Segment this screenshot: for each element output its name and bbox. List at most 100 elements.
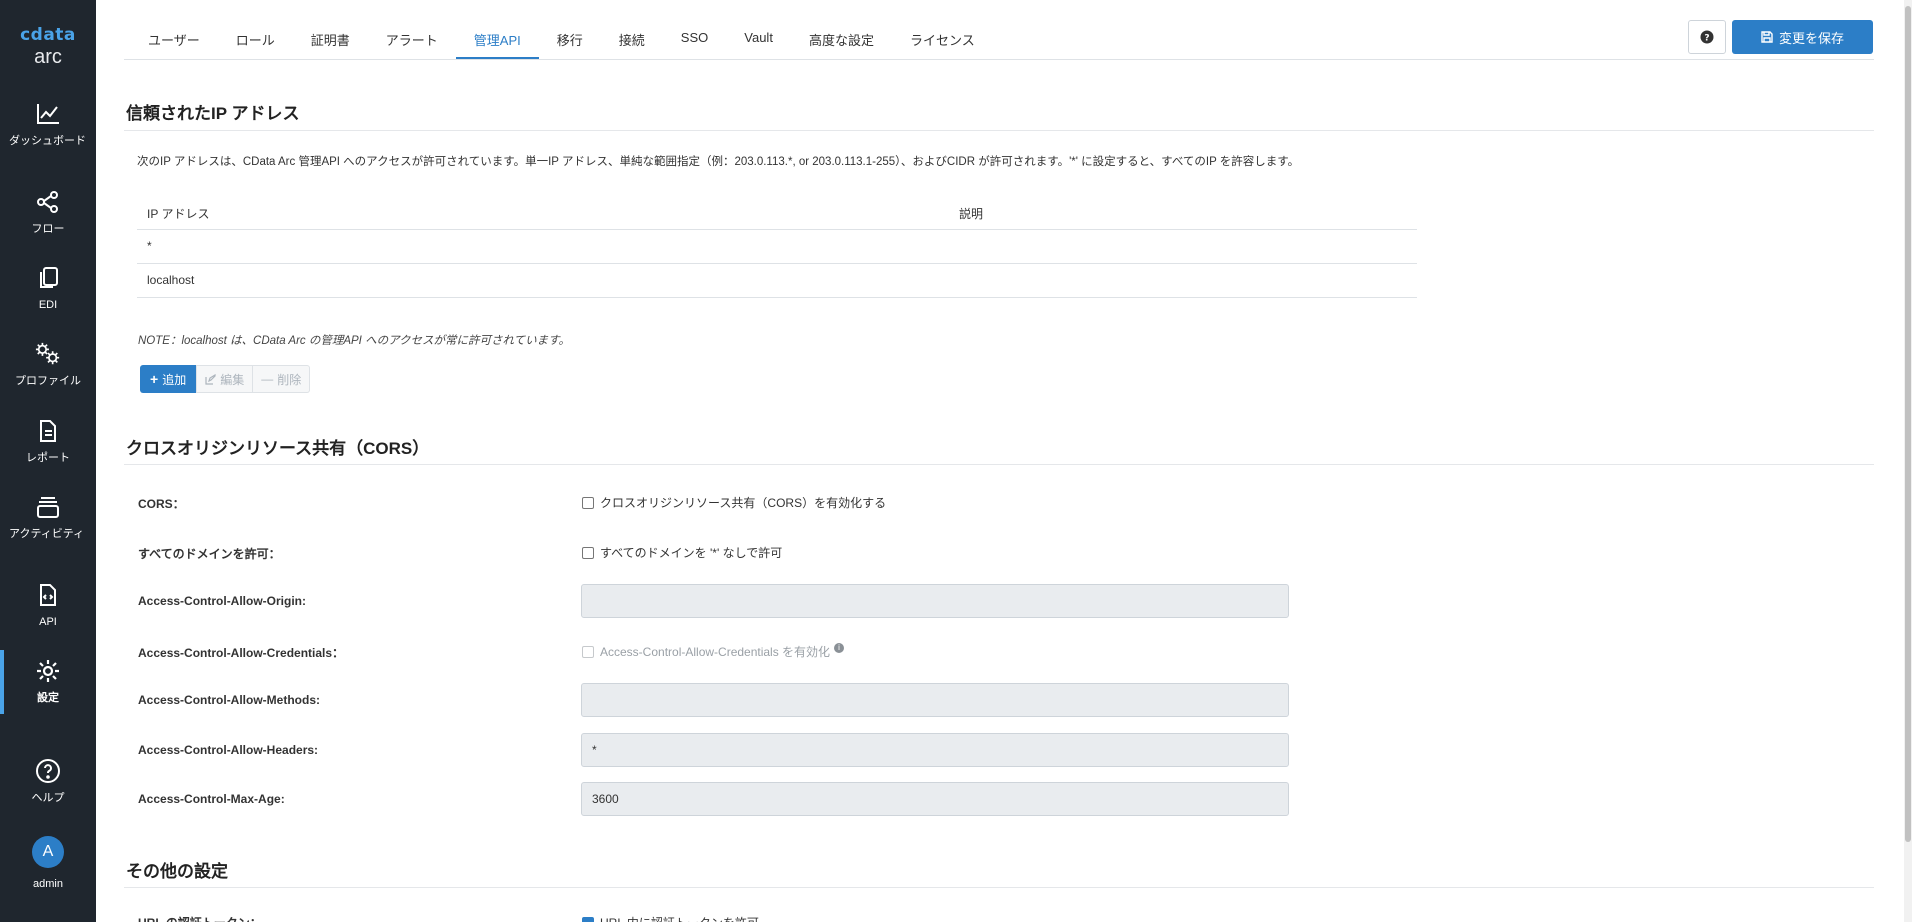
sidebar-item-label: プロファイル (15, 375, 81, 387)
checkbox-box[interactable] (582, 496, 594, 509)
checkbox-box[interactable] (582, 645, 594, 658)
ip-cell: localhost (137, 263, 949, 298)
minus-icon: — (261, 372, 274, 386)
sidebar-item-label: ヘルプ (31, 792, 65, 804)
section-divider (124, 130, 1874, 131)
sidebar-item-profile[interactable]: プロファイル (0, 341, 96, 388)
allow-origin-input[interactable] (581, 584, 1289, 618)
delete-ip-button[interactable]: — 削除 (253, 365, 311, 393)
other-settings-title: その他の設定 (126, 862, 228, 881)
allow-headers-label: Access-Control-Allow-Headers: (138, 743, 319, 757)
section-divider (124, 464, 1874, 465)
flow-icon (35, 189, 61, 215)
allow-methods-input[interactable] (581, 683, 1289, 717)
svg-text:?: ? (1704, 34, 1709, 44)
checkbox-label: URL 内に認証トークンを許可 (600, 914, 759, 922)
sidebar: cdata arc ダッシュボード フロー EDI プロファイル レポート アク… (0, 0, 96, 922)
description-cell (949, 229, 1417, 264)
tab-migration[interactable]: 移行 (539, 22, 601, 60)
gear-icon (35, 658, 61, 684)
floppy-disk-icon (1761, 31, 1773, 43)
brand-logo[interactable]: cdata arc (0, 0, 96, 88)
tabs-divider (124, 59, 1874, 60)
help-button[interactable]: ? (1688, 20, 1726, 54)
user-name: admin (33, 878, 63, 890)
table-row[interactable]: localhost (137, 263, 1417, 298)
settings-tabs: ユーザー ロール 証明書 アラート 管理API 移行 接続 SSO Vault … (130, 22, 993, 60)
delete-label: 削除 (277, 372, 302, 387)
add-ip-button[interactable]: + 追加 (140, 365, 197, 393)
tab-vault[interactable]: Vault (726, 22, 791, 60)
avatar: A (32, 836, 64, 868)
cors-enable-checkbox[interactable]: クロスオリジンリソース共有（CORS）を有効化する (582, 494, 886, 511)
table-header-row: IP アドレス 説明 (137, 199, 1417, 230)
sidebar-item-edi[interactable]: EDI (0, 265, 96, 312)
save-button[interactable]: 変更を保存 (1732, 20, 1873, 54)
sidebar-item-label: EDI (38, 299, 58, 311)
documents-icon (35, 265, 61, 291)
app-name: arc (34, 46, 62, 68)
edit-label: 編集 (220, 372, 245, 387)
cdata-logo: cdata (20, 25, 76, 45)
allow-credentials-label: Access-Control-Allow-Credentials： (138, 646, 345, 660)
checkbox-box[interactable] (582, 546, 594, 559)
plus-icon: + (150, 371, 159, 387)
allow-headers-input[interactable]: * (581, 733, 1289, 767)
localhost-note: NOTE：localhost は、CData Arc の管理API へのアクセス… (138, 335, 570, 347)
section-divider (124, 887, 1874, 888)
tab-admin-api[interactable]: 管理API (455, 22, 539, 60)
checkbox-label: Access-Control-Allow-Credentials を有効化 (600, 645, 831, 659)
info-icon[interactable]: i (834, 642, 845, 653)
sidebar-item-label: アクティビティ (9, 528, 85, 540)
all-domains-checkbox[interactable]: すべてのドメインを '*' なしで許可 (582, 544, 782, 561)
activity-icon (35, 494, 61, 520)
gears-icon (35, 341, 61, 367)
trusted-ip-title: 信頼されたIP アドレス (126, 104, 300, 123)
api-icon (35, 582, 61, 608)
save-label: 変更を保存 (1778, 30, 1844, 46)
tab-users[interactable]: ユーザー (130, 22, 218, 60)
help-icon (35, 758, 61, 784)
page-scrollbar[interactable] (1904, 0, 1912, 922)
edit-icon (205, 373, 216, 385)
tab-roles[interactable]: ロール (218, 22, 293, 60)
tab-advanced[interactable]: 高度な設定 (791, 22, 892, 60)
edit-ip-button[interactable]: 編集 (196, 365, 254, 393)
tab-alerts[interactable]: アラート (368, 22, 456, 60)
sidebar-item-report[interactable]: レポート (0, 418, 96, 465)
tab-sso[interactable]: SSO (663, 22, 726, 60)
max-age-input[interactable]: 3600 (581, 782, 1289, 816)
checkbox-label: クロスオリジンリソース共有（CORS）を有効化する (600, 496, 887, 510)
sidebar-item-label: API (39, 616, 57, 628)
sidebar-item-activity[interactable]: アクティビティ (0, 494, 96, 541)
ip-action-buttons: + 追加 編集 — 削除 (140, 365, 311, 393)
tab-connections[interactable]: 接続 (601, 22, 663, 60)
tab-certificates[interactable]: 証明書 (293, 22, 368, 60)
sidebar-item-dashboard[interactable]: ダッシュボード (0, 101, 96, 148)
question-circle-icon: ? (1700, 30, 1714, 44)
add-label: 追加 (162, 372, 187, 387)
allow-methods-label: Access-Control-Allow-Methods: (138, 693, 321, 707)
table-row[interactable]: * (137, 229, 1417, 264)
checkbox-label: すべてのドメインを '*' なしで許可 (600, 546, 783, 560)
max-age-label: Access-Control-Max-Age: (138, 792, 285, 806)
column-header-description: 説明 (949, 199, 1417, 230)
sidebar-item-settings[interactable]: 設定 (0, 658, 96, 705)
trusted-ip-table: IP アドレス 説明 * localhost (137, 199, 1417, 298)
url-token-label: URL の認証トークン： (138, 914, 262, 922)
checkbox-box[interactable] (582, 916, 594, 922)
cors-title: クロスオリジンリソース共有（CORS） (126, 439, 430, 458)
description-cell (949, 263, 1417, 298)
allow-credentials-checkbox[interactable]: Access-Control-Allow-Credentials を有効化 i (582, 642, 845, 660)
url-token-checkbox[interactable]: URL 内に認証トークンを許可 (582, 914, 759, 922)
sidebar-item-label: 設定 (37, 692, 59, 704)
sidebar-item-api[interactable]: API (0, 582, 96, 629)
sidebar-item-flow[interactable]: フロー (0, 189, 96, 236)
scrollbar-thumb[interactable] (1905, 6, 1911, 842)
user-menu[interactable]: A admin (0, 836, 96, 891)
tab-license[interactable]: ライセンス (892, 22, 993, 60)
trusted-ip-description: 次のIP アドレスは、CData Arc 管理API へのアクセスが許可されてい… (137, 156, 1300, 168)
allow-origin-label: Access-Control-Allow-Origin: (138, 594, 307, 608)
chart-line-icon (35, 101, 61, 127)
sidebar-item-help[interactable]: ヘルプ (0, 758, 96, 805)
